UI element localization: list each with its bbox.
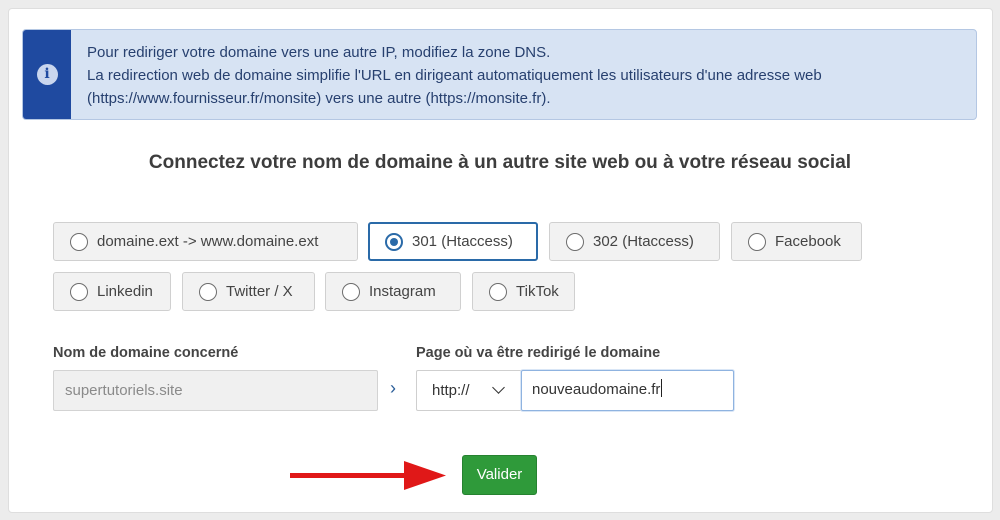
option-twitter[interactable]: Twitter / X [182, 272, 315, 311]
arrow-shaft [290, 473, 408, 478]
option-label: 301 (Htaccess) [412, 233, 513, 250]
alert-line-1: Pour rediriger votre domaine vers une au… [87, 44, 551, 61]
protocol-select[interactable]: http:// [416, 370, 522, 411]
option-tiktok[interactable]: TikTok [472, 272, 575, 311]
alert-icon-bar: i [23, 30, 71, 119]
red-arrow-icon [290, 461, 446, 490]
option-label: Linkedin [97, 283, 153, 300]
arrow-head [404, 461, 446, 490]
radio-icon[interactable] [489, 282, 507, 301]
option-label: Instagram [369, 283, 436, 300]
radio-icon[interactable] [342, 282, 360, 301]
domain-input[interactable]: supertutoriels.site [53, 370, 378, 411]
info-icon: i [36, 64, 58, 85]
option-label: domaine.ext -> www.domaine.ext [97, 233, 319, 250]
option-label: 302 (Htaccess) [593, 233, 694, 250]
alert-line-3: (https://www.fournisseur.fr/monsite) ver… [87, 90, 551, 107]
radio-icon[interactable] [70, 232, 88, 251]
target-url-value: nouveaudomaine.fr [532, 381, 661, 398]
chevron-down-icon[interactable] [492, 381, 505, 394]
alert-line-2: La redirection web de domaine simplifie … [87, 67, 822, 84]
option-label: Twitter / X [226, 283, 293, 300]
radio-icon[interactable] [566, 232, 584, 251]
target-url-input[interactable]: nouveaudomaine.fr [521, 370, 734, 411]
radio-selected-icon[interactable] [385, 232, 403, 251]
page-heading: Connectez votre nom de domaine à un autr… [148, 152, 852, 173]
alert-text: Pour rediriger votre domaine vers une au… [87, 41, 966, 110]
chevron-right-icon: › [390, 378, 396, 398]
option-label: Facebook [775, 233, 841, 250]
option-instagram[interactable]: Instagram [325, 272, 461, 311]
option-302[interactable]: 302 (Htaccess) [549, 222, 720, 261]
radio-icon[interactable] [748, 232, 766, 251]
info-alert: i Pour rediriger votre domaine vers une … [22, 29, 977, 120]
protocol-value: http:// [432, 382, 470, 399]
option-www-redirect[interactable]: domaine.ext -> www.domaine.ext [53, 222, 358, 261]
target-field-label: Page où va être redirigé le domaine [416, 345, 661, 361]
submit-button[interactable]: Valider [462, 455, 537, 495]
option-301[interactable]: 301 (Htaccess) [368, 222, 538, 261]
text-cursor [661, 379, 663, 397]
radio-icon[interactable] [199, 282, 217, 301]
option-facebook[interactable]: Facebook [731, 222, 862, 261]
domain-field-label: Nom de domaine concerné [53, 345, 239, 361]
option-linkedin[interactable]: Linkedin [53, 272, 171, 311]
option-label: TikTok [516, 283, 559, 300]
radio-icon[interactable] [70, 282, 88, 301]
